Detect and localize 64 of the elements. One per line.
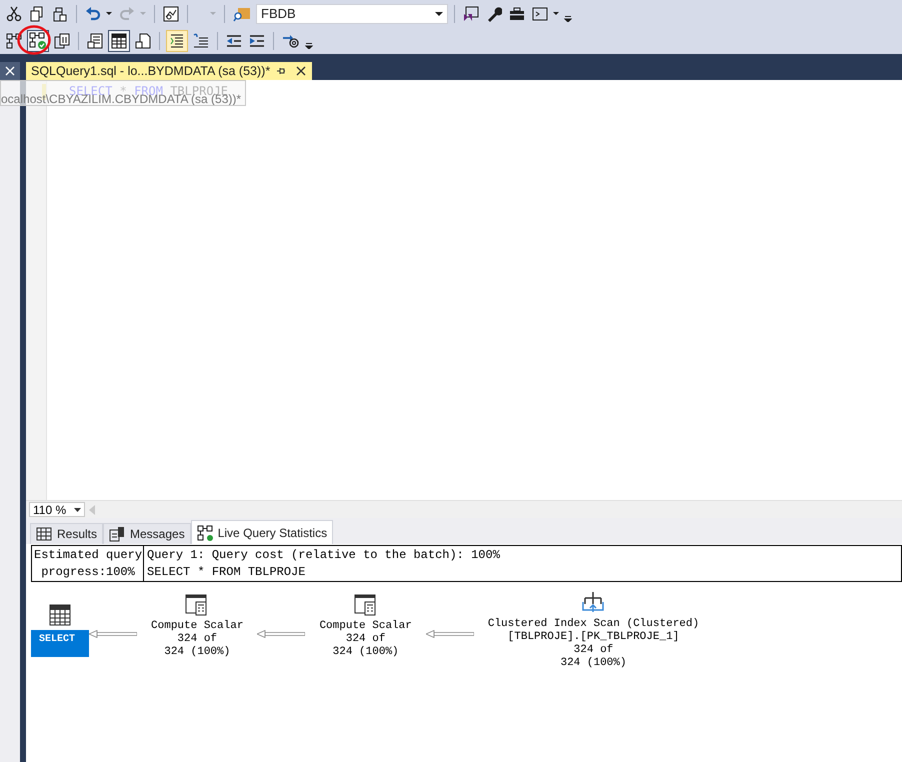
message-document-icon	[109, 526, 126, 542]
caret-icon	[140, 12, 146, 15]
result-tab[interactable]: Live Query Statistics	[190, 520, 334, 544]
select-table-icon[interactable]	[49, 604, 71, 626]
plan-check-icon[interactable]	[29, 32, 47, 50]
redo-icon	[119, 6, 135, 22]
operator-detail: 324 (100%)	[332, 646, 399, 659]
close-icon	[5, 66, 15, 76]
grid-icon	[36, 526, 52, 542]
toolbox-icon[interactable]	[509, 6, 525, 22]
caret-icon	[74, 506, 81, 512]
database-folder-icon[interactable]	[233, 6, 251, 22]
decrease-indent-icon[interactable]	[226, 32, 242, 48]
close-icon[interactable]	[296, 66, 306, 76]
paste-icon[interactable]	[52, 6, 68, 22]
operator-name: Clustered Index Scan (Clustered)	[488, 618, 700, 631]
compute-scalar-icon[interactable]	[185, 594, 210, 616]
chart-window-icon[interactable]	[163, 6, 179, 22]
progress-text: progress:100%	[40, 564, 136, 581]
query-cost-text: Query 1: Query cost (relative to the batch): 100%	[147, 547, 500, 564]
parameters-icon[interactable]	[282, 32, 300, 48]
undo-icon[interactable]	[85, 6, 101, 22]
plan-icon[interactable]	[6, 32, 22, 48]
caret-icon[interactable]	[106, 12, 112, 15]
index-scan-icon[interactable]	[580, 590, 606, 614]
operator-detail: 324 (100%)	[164, 646, 230, 659]
operator-name: Compute Scalar	[319, 620, 412, 633]
wrench-icon[interactable]	[486, 6, 502, 22]
operator-detail: 324 of	[574, 644, 614, 657]
close-button[interactable]	[0, 62, 20, 80]
flow-arrow	[426, 630, 474, 638]
compute-scalar-icon[interactable]	[354, 594, 378, 616]
operator-detail: [TBLPROJE].[PK_TBLPROJE_1]	[508, 631, 680, 644]
zoom-dropdown[interactable]: 110 %	[29, 502, 85, 517]
operator-detail: 324 (100%)	[560, 657, 626, 670]
caret-icon[interactable]	[553, 12, 559, 15]
operator-label[interactable]: SELECT	[31, 630, 90, 657]
results-grid-icon[interactable]	[110, 32, 128, 50]
caret-icon	[435, 10, 443, 18]
document-tab[interactable]: SQLQuery1.sql - lo...BYDMDATA (sa (53))*	[26, 62, 312, 80]
database-dropdown[interactable]: FBDB	[256, 4, 448, 24]
copy-icon[interactable]	[29, 6, 45, 22]
annotation-circle	[17, 25, 51, 55]
query-text: SELECT * FROM TBLPROJE	[147, 564, 306, 581]
caret-icon	[210, 12, 216, 15]
tab-title: SQLQuery1.sql - lo...BYDMDATA (sa (53))*	[31, 64, 270, 78]
results-file-icon[interactable]	[135, 32, 151, 48]
flow-arrow	[89, 630, 138, 638]
plan-check-icon	[196, 524, 213, 540]
cut-icon[interactable]	[6, 6, 22, 22]
operator-detail: 324 of	[346, 633, 386, 646]
increase-indent-icon[interactable]	[249, 32, 265, 48]
result-tab[interactable]: Messages	[103, 523, 191, 544]
uncomment-lines-icon[interactable]	[193, 32, 209, 48]
result-tab[interactable]: Results	[30, 523, 104, 544]
pin-icon[interactable]	[276, 66, 286, 76]
flow-arrow	[257, 630, 306, 638]
terminal-icon[interactable]	[532, 6, 548, 22]
comment-lines-icon[interactable]	[168, 32, 186, 50]
client-statistics-icon[interactable]	[54, 32, 70, 48]
operator-detail: 324 of	[177, 633, 218, 646]
operator-name: Compute Scalar	[151, 620, 244, 633]
results-text-icon[interactable]	[87, 32, 103, 48]
progress-text: Estimated query	[34, 547, 142, 564]
